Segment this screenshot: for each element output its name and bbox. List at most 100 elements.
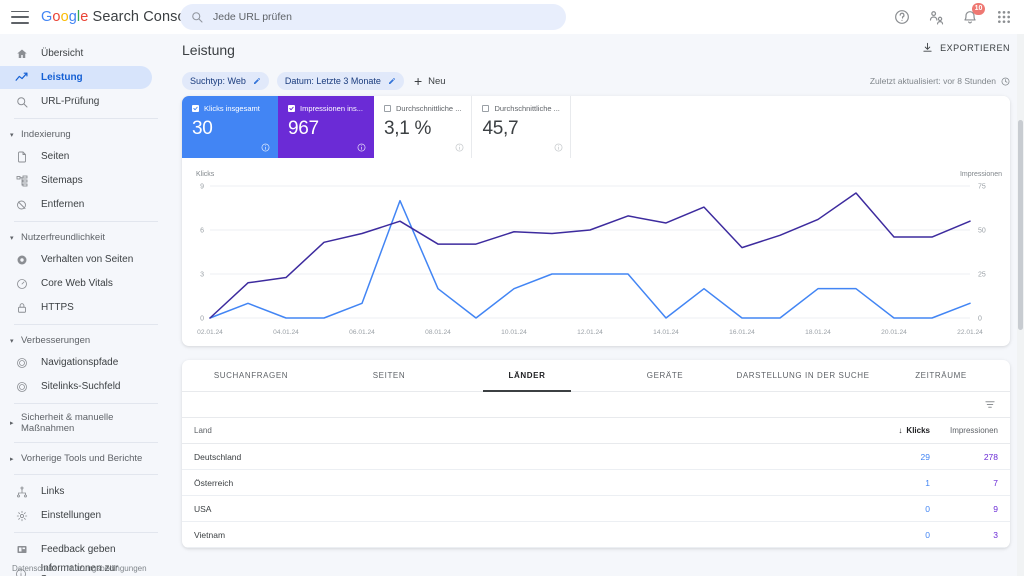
cell-land: USA	[182, 504, 838, 514]
column-header-klicks[interactable]: ↓ Klicks	[838, 426, 930, 435]
links-icon	[14, 486, 29, 498]
pencil-icon[interactable]	[388, 77, 396, 85]
svg-text:9: 9	[200, 184, 204, 191]
search-placeholder: Jede URL prüfen	[213, 11, 292, 23]
sidebar-item-label: Übersicht	[41, 48, 83, 59]
sidebar-divider	[14, 532, 158, 533]
brand-logo: Google Search Console	[41, 9, 197, 25]
checkbox-unchecked-icon[interactable]	[384, 105, 391, 112]
export-button[interactable]: EXPORTIEREN	[922, 42, 1010, 53]
notifications-bell-icon[interactable]: 10	[960, 7, 980, 27]
checkbox-unchecked-icon[interactable]	[482, 105, 489, 112]
tab-laender[interactable]: LÄNDER	[458, 360, 596, 391]
sidebar-item-label: Entfernen	[41, 199, 84, 210]
info-icon[interactable]	[554, 143, 563, 152]
cell-land: Österreich	[182, 478, 838, 488]
sidebar-item-label: HTTPS	[41, 302, 74, 313]
search-input[interactable]: Jede URL prüfen	[180, 4, 566, 30]
dimension-table-card: SUCHANFRAGEN SEITEN LÄNDER GERÄTE DARSTE…	[182, 360, 1010, 548]
metric-label: Klicks insgesamt	[204, 104, 260, 113]
apps-grid-icon[interactable]	[994, 7, 1014, 27]
sidebar-item-https[interactable]: HTTPS	[0, 296, 152, 319]
metric-label: Impressionen ins...	[300, 104, 363, 113]
pencil-icon[interactable]	[253, 77, 261, 85]
metric-card-klicks[interactable]: Klicks insgesamt 30	[182, 96, 278, 158]
metric-label-row: Durchschnittliche ...	[384, 104, 461, 113]
terms-link[interactable]: Nutzungsbedingungen	[66, 564, 146, 573]
sidebar-item-label: URL-Prüfung	[41, 96, 99, 107]
metric-card-durchschnittliche-position[interactable]: Durchschnittliche ... 45,7	[472, 96, 570, 158]
chevron-right-icon: ▸	[10, 455, 21, 463]
checkbox-checked-icon[interactable]	[192, 105, 199, 112]
new-filter-button[interactable]: + Neu	[414, 74, 446, 88]
dimension-tabs: SUCHANFRAGEN SEITEN LÄNDER GERÄTE DARSTE…	[182, 360, 1010, 392]
svg-text:22.01.24: 22.01.24	[957, 329, 983, 336]
sidebar-group-label: Verbesserungen	[21, 335, 90, 346]
svg-text:14.01.24: 14.01.24	[653, 329, 679, 336]
sidebar-group-verbesserungen[interactable]: ▾ Verbesserungen	[0, 330, 170, 351]
metrics-spacer	[571, 96, 1010, 158]
scrollbar-thumb[interactable]	[1018, 120, 1023, 330]
sidebar-item-uebersicht[interactable]: Übersicht	[0, 42, 152, 65]
metric-card-durchschnittliche-ctr[interactable]: Durchschnittliche ... 3,1 %	[374, 96, 472, 158]
sidebar-item-sitelinks-suchfeld[interactable]: Sitelinks-Suchfeld	[0, 375, 152, 398]
tab-seiten[interactable]: SEITEN	[320, 360, 458, 391]
svg-text:3: 3	[200, 272, 204, 279]
filter-chip-label: Suchtyp: Web	[190, 76, 246, 86]
tab-geraete[interactable]: GERÄTE	[596, 360, 734, 391]
sidebar-item-leistung[interactable]: Leistung	[0, 66, 152, 89]
checkbox-checked-icon[interactable]	[288, 105, 295, 112]
help-circle-icon[interactable]	[892, 7, 912, 27]
sidebar-item-core-web-vitals[interactable]: Core Web Vitals	[0, 272, 152, 295]
privacy-link[interactable]: Datenschutz	[12, 564, 56, 573]
sidebar-divider	[14, 403, 158, 404]
info-icon[interactable]	[261, 143, 270, 152]
account-switch-icon[interactable]	[926, 7, 946, 27]
metric-card-impressionen[interactable]: Impressionen ins... 967	[278, 96, 374, 158]
metric-value: 3,1 %	[384, 118, 461, 140]
sidebar-group-indexierung[interactable]: ▾ Indexierung	[0, 124, 170, 145]
sidebar-item-seiten[interactable]: Seiten	[0, 145, 152, 168]
filter-chip-datum[interactable]: Datum: Letzte 3 Monate	[277, 72, 404, 90]
sidebar-item-links[interactable]: Links	[0, 480, 152, 503]
info-icon[interactable]	[455, 143, 464, 152]
svg-text:75: 75	[978, 184, 986, 191]
tab-zeitraeume[interactable]: ZEITRÄUME	[872, 360, 1010, 391]
sidebar-item-sitemaps[interactable]: Sitemaps	[0, 169, 152, 192]
sidebar-item-entfernen[interactable]: Entfernen	[0, 193, 152, 216]
notification-badge: 10	[972, 3, 985, 15]
sidebar-item-label: Leistung	[41, 72, 83, 83]
sidebar-item-label: Links	[41, 486, 64, 497]
metric-label-row: Impressionen ins...	[288, 104, 363, 113]
table-row[interactable]: USA09	[182, 496, 1010, 522]
sidebar-item-url-pruefung[interactable]: URL-Prüfung	[0, 90, 152, 113]
tab-darstellung-in-der-suche[interactable]: DARSTELLUNG IN DER SUCHE	[734, 360, 872, 391]
svg-text:50: 50	[978, 228, 986, 235]
svg-text:0: 0	[978, 316, 982, 323]
cell-impressionen: 9	[930, 504, 1010, 514]
page-scrollbar[interactable]	[1017, 34, 1024, 576]
info-icon[interactable]	[357, 143, 366, 152]
svg-text:Impressionen: Impressionen	[960, 171, 1002, 178]
column-header-land[interactable]: Land	[182, 426, 838, 435]
cell-klicks: 0	[838, 504, 930, 514]
sidebar-item-label: Einstellungen	[41, 510, 101, 521]
filter-icon[interactable]	[984, 399, 996, 410]
svg-text:16.01.24: 16.01.24	[729, 329, 755, 336]
table-row[interactable]: Deutschland29278	[182, 444, 1010, 470]
sidebar-item-verhalten-von-seiten[interactable]: Verhalten von Seiten	[0, 248, 152, 271]
tab-suchanfragen[interactable]: SUCHANFRAGEN	[182, 360, 320, 391]
filter-chip-label: Datum: Letzte 3 Monate	[285, 76, 381, 86]
sidebar-item-feedback-geben[interactable]: Feedback geben	[0, 538, 152, 561]
sidebar-group-nutzerfreundlichkeit[interactable]: ▾ Nutzerfreundlichkeit	[0, 227, 170, 248]
table-row[interactable]: Vietnam03	[182, 522, 1010, 548]
column-header-impressionen[interactable]: Impressionen	[930, 426, 1010, 435]
sidebar-group-vorherige-tools[interactable]: ▸ Vorherige Tools und Berichte	[0, 448, 170, 469]
sidebar-group-sicherheit-massnahmen[interactable]: ▸ Sicherheit & manuelle Maßnahmen	[0, 409, 170, 437]
hamburger-icon[interactable]	[11, 11, 29, 24]
feedback-icon	[14, 544, 29, 556]
sidebar-item-einstellungen[interactable]: Einstellungen	[0, 504, 152, 527]
sidebar-item-navigationspfade[interactable]: Navigationspfade	[0, 351, 152, 374]
table-row[interactable]: Österreich17	[182, 470, 1010, 496]
filter-chip-suchtyp[interactable]: Suchtyp: Web	[182, 72, 269, 90]
